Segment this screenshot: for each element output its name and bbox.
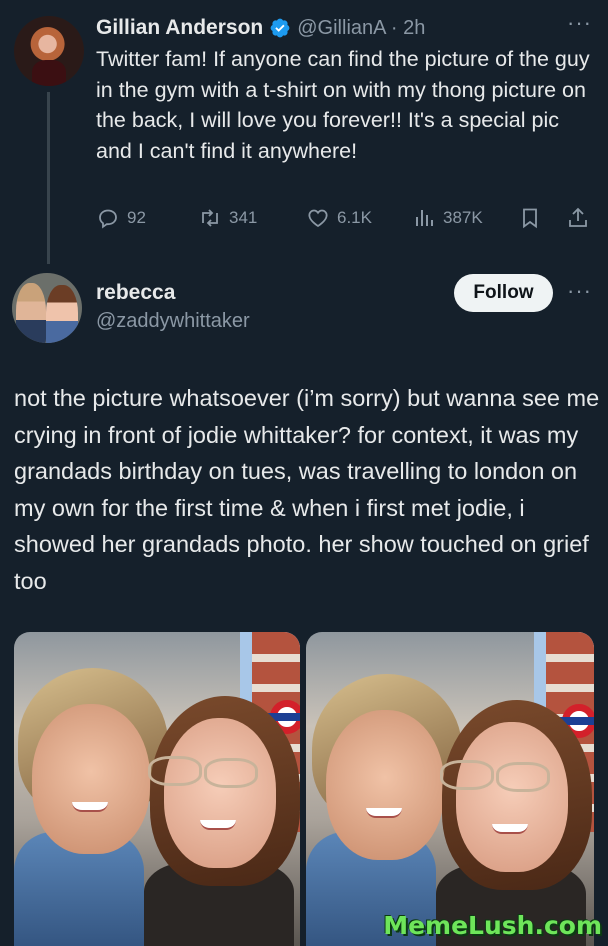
- attached-photo-2[interactable]: [306, 632, 594, 946]
- attached-photo-1[interactable]: [14, 632, 300, 946]
- more-options-icon[interactable]: ···: [567, 278, 592, 304]
- author-name[interactable]: Gillian Anderson: [96, 16, 263, 40]
- reply-author-name[interactable]: rebecca: [96, 281, 175, 305]
- retweet-count: 341: [229, 208, 258, 227]
- retweet-icon: [202, 209, 218, 227]
- more-options-icon[interactable]: ···: [567, 10, 592, 36]
- thread-connector-line: [47, 92, 50, 264]
- tweet-actions-bar: 92 341 6.1K 387K: [96, 202, 592, 234]
- rebecca-avatar[interactable]: [12, 273, 82, 343]
- views-count: 387K: [443, 208, 483, 227]
- reply-author-handle[interactable]: @zaddywhittaker: [96, 310, 250, 333]
- follow-button[interactable]: Follow: [454, 274, 553, 312]
- bookmark-button[interactable]: [518, 202, 542, 234]
- bookmark-icon: [523, 208, 537, 229]
- reply-text: not the picture whatsoever (i’m sorry) b…: [14, 385, 600, 594]
- watermark: MemeLush.com: [383, 911, 602, 940]
- views-icon: [416, 210, 433, 226]
- reply-button[interactable]: 92: [96, 202, 146, 234]
- share-icon: [569, 207, 587, 227]
- views-button[interactable]: 387K: [412, 202, 483, 234]
- verified-badge-icon: [270, 18, 290, 38]
- retweet-button[interactable]: 341: [198, 202, 257, 234]
- author-handle-time[interactable]: @GillianA · 2h: [297, 17, 425, 40]
- like-count: 6.1K: [337, 208, 372, 227]
- reply-icon: [99, 209, 117, 229]
- share-button[interactable]: [566, 202, 590, 234]
- gillian-avatar[interactable]: [14, 16, 84, 86]
- tweet-header: Gillian Anderson @GillianA · 2h: [96, 14, 425, 42]
- like-icon: [308, 209, 328, 228]
- reply-count: 92: [127, 208, 146, 227]
- tweet-text: Twitter fam! If anyone can find the pict…: [96, 47, 590, 163]
- like-button[interactable]: 6.1K: [306, 202, 372, 234]
